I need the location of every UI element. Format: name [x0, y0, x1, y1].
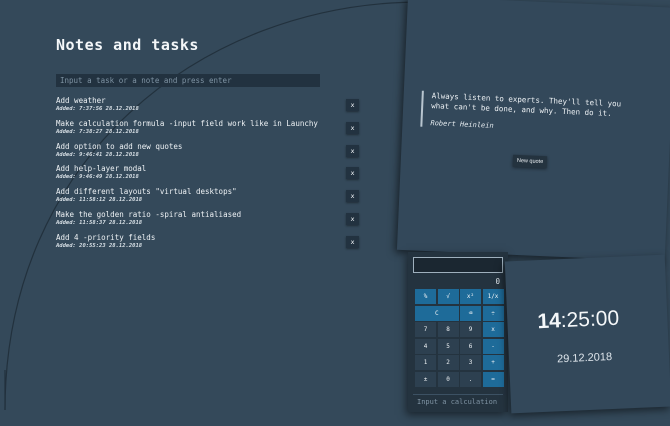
quote-author: Robert Heinlein — [430, 119, 494, 130]
calc-result: 0 — [495, 277, 500, 286]
delete-task-button[interactable]: x — [346, 167, 359, 180]
calc-key-minus[interactable]: - — [482, 338, 504, 354]
clock-minutes-seconds: :25:00 — [560, 306, 620, 333]
calc-key-percent[interactable]: % — [415, 289, 436, 304]
calc-key-negate[interactable]: ± — [415, 371, 436, 387]
calc-key-9[interactable]: 9 — [460, 322, 481, 337]
quote-card: Always listen to experts. They'll tell y… — [396, 0, 670, 262]
task-date: Added: 9:46:41 28.12.2018 — [56, 151, 139, 158]
delete-task-button[interactable]: x — [346, 121, 359, 134]
calc-key-4[interactable]: 4 — [415, 338, 436, 354]
calc-key-decimal[interactable]: . — [460, 371, 481, 387]
clock-hours: 14 — [536, 309, 562, 334]
new-quote-button[interactable]: New quote — [512, 154, 548, 169]
task-date: Added: 11:58:12 28.12.2018 — [56, 197, 143, 204]
clock-date: 29.12.2018 — [556, 350, 613, 366]
calc-key-8[interactable]: 8 — [437, 322, 459, 337]
quote-block: Always listen to experts. They'll tell y… — [420, 90, 637, 137]
calc-key-sqrt[interactable]: √ — [437, 289, 459, 304]
task-item: Add different layouts "virtual desktops"… — [56, 187, 366, 210]
delete-task-button[interactable]: x — [346, 190, 359, 203]
notes-panel: Notes and tasks Add weatherAdded: 7:37:5… — [56, 36, 366, 256]
calculator: 0 % √ x² 1/x C ⌫ ÷ 7 8 9 x 4 5 6- 1 2 3 + ±0. = — [408, 252, 508, 412]
task-text: Add option to add new quotes — [56, 141, 183, 151]
calc-key-multiply[interactable]: x — [482, 322, 504, 337]
task-item: Make calculation formula -input field wo… — [56, 119, 366, 142]
task-text: Make calculation formula -input field wo… — [56, 118, 318, 128]
task-text: Make the golden ratio -spiral antialiase… — [56, 209, 242, 219]
task-text: Add different layouts "virtual desktops" — [56, 187, 237, 197]
quote-text: Always listen to experts. They'll tell y… — [431, 91, 622, 118]
task-item: Add option to add new quotes Added: 9:46:… — [56, 142, 366, 165]
calc-display — [413, 257, 503, 273]
calc-key-divide[interactable]: ÷ — [482, 305, 504, 321]
task-date: Added: 7:37:56 28.12.2018 — [56, 106, 139, 112]
task-date: Added: 11:58:37 28.12.2018 — [56, 219, 143, 226]
calc-key-5[interactable]: 5 — [437, 338, 459, 354]
task-item: Make the golden ratio -spiral antialiase… — [56, 210, 366, 233]
delete-task-button[interactable]: x — [346, 144, 359, 157]
task-input[interactable] — [56, 74, 320, 87]
calc-key-3[interactable]: 3 — [460, 355, 481, 370]
calc-key-6[interactable]: 6 — [460, 338, 481, 354]
calc-key-2[interactable]: 2 — [437, 355, 459, 370]
task-item: Add 4 -priority fields Added: 20:55:23 28… — [56, 233, 366, 256]
calc-input[interactable] — [413, 394, 503, 408]
calc-key-0[interactable]: 0 — [437, 371, 459, 387]
task-text: Add help-layer modal — [56, 164, 147, 174]
task-date: Added: 7:38:27 28.12.2018 — [56, 128, 139, 135]
calc-key-backspace[interactable]: ⌫ — [460, 305, 481, 321]
calc-key-reciprocal[interactable]: 1/x — [482, 289, 504, 304]
clock-widget: 14:25:00 29.12.2018 — [504, 254, 670, 414]
task-item: Add weather Added: 7:37:56 28.12.2018 x — [56, 96, 366, 119]
task-item: Add help-layer modal Added: 9:46:49 28.12… — [56, 164, 366, 187]
delete-task-button[interactable]: x — [346, 235, 359, 248]
task-list: Add weather Added: 7:37:56 28.12.2018 x Mak… — [56, 96, 366, 256]
calc-key-equals[interactable]: = — [482, 371, 504, 387]
delete-task-button[interactable]: x — [346, 212, 359, 225]
task-text: Add weather — [56, 96, 106, 105]
task-date: Added: 20:55:23 28.12.2018 — [56, 242, 143, 249]
task-text: Add 4 -priority fields — [56, 232, 156, 242]
delete-task-button[interactable]: x — [346, 99, 359, 111]
task-date: Added: 9:46:49 28.12.2018 — [56, 174, 139, 181]
calc-keypad: % √ x² 1/x C ⌫ ÷ 7 8 9 x 4 5 6- 1 2 3 + ±0. = — [415, 289, 504, 387]
calc-key-7[interactable]: 7 — [415, 322, 436, 337]
clock-time: 14:25:00 — [537, 307, 620, 335]
calc-key-clear[interactable]: C — [415, 305, 459, 321]
calc-key-1[interactable]: 1 — [415, 355, 436, 370]
calc-key-square[interactable]: x² — [460, 289, 481, 304]
notes-title: Notes and tasks — [56, 36, 199, 54]
calc-key-plus[interactable]: + — [482, 355, 504, 370]
